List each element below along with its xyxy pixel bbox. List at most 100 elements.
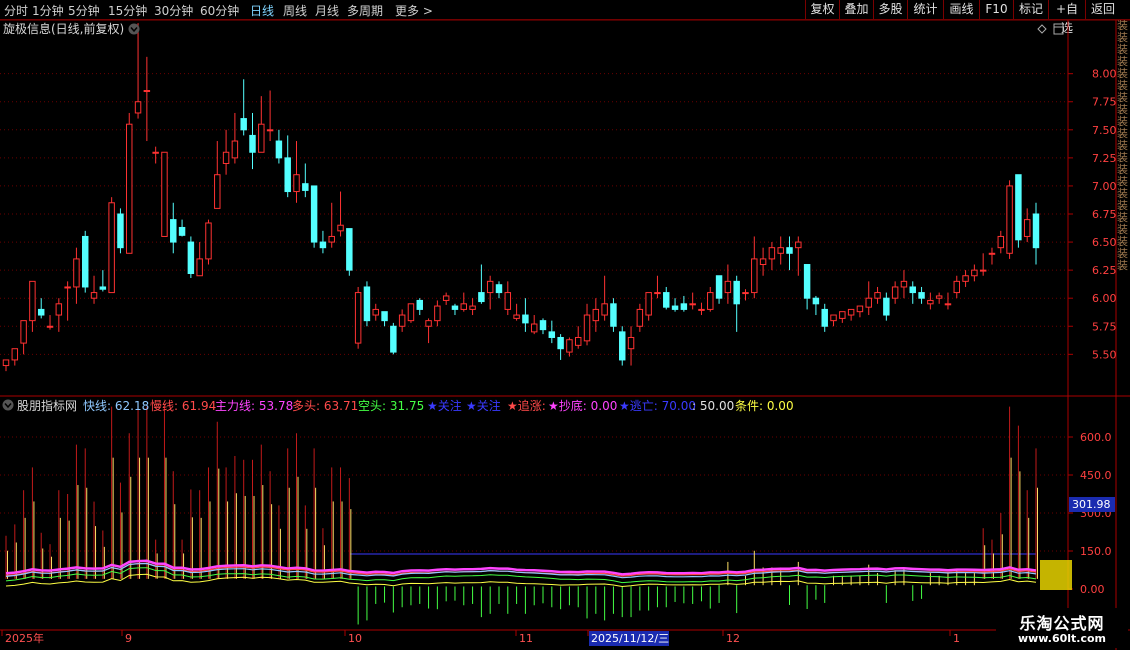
date-label-5: 12 bbox=[726, 632, 740, 645]
candle-body bbox=[539, 320, 547, 331]
candle-body bbox=[143, 90, 151, 93]
candle-body bbox=[434, 305, 441, 322]
indicator-dropdown-icon[interactable] bbox=[2, 399, 14, 411]
candle-body bbox=[847, 308, 855, 316]
date-label-4: 2025/11/12/三 bbox=[591, 632, 669, 645]
right-strip-text: 装装装装装装装装装装装装装装装装装装装装装 bbox=[1117, 20, 1128, 272]
candle-body bbox=[715, 275, 723, 299]
date-label-1: 9 bbox=[125, 632, 132, 645]
candle-body bbox=[108, 202, 115, 294]
candle-body bbox=[812, 297, 820, 305]
candle-body bbox=[786, 247, 793, 254]
candle-body bbox=[416, 299, 423, 310]
watermark-logo: 乐淘公式网 www.60lt.com bbox=[996, 608, 1128, 648]
indicator-tick-label: 600.0 bbox=[1080, 431, 1112, 444]
candle-body bbox=[152, 151, 159, 154]
candle-body bbox=[196, 258, 203, 277]
candle-body bbox=[328, 235, 335, 243]
price-tick-label: 7.25 bbox=[1092, 152, 1117, 165]
candle-body bbox=[451, 305, 459, 310]
candle-body bbox=[759, 258, 767, 266]
title-dropdown-icon[interactable] bbox=[128, 23, 140, 35]
candle-body bbox=[187, 241, 195, 274]
price-tick-label: 5.50 bbox=[1092, 348, 1117, 361]
price-grid bbox=[0, 73, 1068, 355]
date-label-2: 10 bbox=[348, 632, 362, 645]
candle-body bbox=[55, 303, 63, 316]
right-info-strip: 装装装装装装装装装装装装装装装装装装装装装 bbox=[1116, 20, 1130, 395]
signal-marker bbox=[1040, 560, 1072, 590]
indicator-tick-label: 150.0 bbox=[1080, 545, 1112, 558]
candle-body bbox=[29, 280, 36, 322]
candle-body bbox=[944, 303, 952, 306]
candle-body bbox=[671, 305, 679, 310]
candle-body bbox=[865, 297, 872, 308]
candle-body bbox=[266, 129, 274, 132]
candle-body bbox=[803, 264, 811, 299]
candle-body bbox=[839, 311, 846, 319]
candle-body bbox=[979, 269, 987, 272]
candle-body bbox=[504, 292, 512, 310]
candle-body bbox=[724, 280, 732, 294]
indicator-tick-label: 450.0 bbox=[1080, 469, 1112, 482]
candle-body bbox=[240, 118, 247, 131]
candle-body bbox=[856, 305, 864, 313]
candle-body bbox=[478, 292, 485, 303]
legend-item-11: 条件: 0.00 bbox=[735, 399, 794, 413]
candle-body bbox=[20, 320, 27, 344]
candle-body bbox=[909, 286, 916, 294]
candle-body bbox=[214, 174, 221, 209]
candle-body bbox=[530, 323, 538, 333]
candle-body bbox=[548, 331, 556, 338]
candle-body bbox=[293, 174, 300, 193]
candle-body bbox=[988, 252, 996, 255]
legend-item-7: ★追涨: bbox=[507, 398, 546, 413]
legend-item-6: ★关注 bbox=[466, 398, 501, 413]
candle-body bbox=[310, 185, 318, 243]
candle-body bbox=[927, 299, 934, 305]
candle-body bbox=[390, 325, 397, 353]
candle-body bbox=[398, 314, 406, 327]
candle-body bbox=[891, 286, 899, 299]
candle-body bbox=[372, 308, 379, 316]
candle-body bbox=[425, 320, 432, 327]
legend-item-1: 慢线: 61.94 bbox=[150, 399, 216, 413]
chart-canvas: 8.00 7.75 7.50 7.25 7.00 6.75 6.50 6.25 6.00 5.75… bbox=[0, 19, 1130, 650]
candle-body bbox=[231, 140, 239, 159]
candle-body bbox=[971, 269, 978, 277]
candle-body bbox=[337, 224, 344, 232]
candle-body bbox=[645, 292, 652, 316]
candle-body bbox=[178, 226, 186, 236]
indicator-legend: 快线: 62.18 慢线: 61.94主力线: 53.78多头: 63.71 空头:… bbox=[83, 398, 794, 413]
candle-body bbox=[636, 308, 644, 327]
stock-title: 旋极信息(日线,前复权) bbox=[3, 21, 124, 36]
candle-body bbox=[935, 295, 943, 299]
candle-body bbox=[381, 311, 388, 322]
indicator-lines bbox=[5, 559, 1037, 588]
date-axis-labels: 2025年 9 10 11 2025/11/12/三 12 1 bbox=[1, 630, 960, 646]
window-square-icon[interactable] bbox=[1053, 23, 1064, 35]
candle-body bbox=[346, 228, 353, 271]
candle-body bbox=[610, 303, 617, 327]
diamond-icon[interactable] bbox=[1037, 24, 1047, 34]
candle-body bbox=[134, 101, 142, 114]
price-tick-label: 8.00 bbox=[1092, 68, 1117, 81]
candle-body bbox=[733, 280, 740, 305]
candle-body bbox=[707, 292, 714, 310]
price-tick-label: 6.75 bbox=[1092, 208, 1117, 221]
candle-body bbox=[627, 336, 635, 350]
candle-body bbox=[962, 275, 969, 282]
current-value: 301.98 bbox=[1072, 498, 1111, 511]
candle-body bbox=[363, 286, 371, 322]
candle-body bbox=[354, 292, 362, 344]
candle-body bbox=[258, 123, 265, 153]
candle-body bbox=[161, 151, 168, 237]
candle-body bbox=[883, 297, 890, 316]
candle-body bbox=[1023, 219, 1031, 237]
candle-body bbox=[742, 292, 749, 295]
legend-item-9: ★逃亡: 70.00 bbox=[619, 399, 696, 413]
price-tick-label: 5.75 bbox=[1092, 320, 1117, 333]
legend-item-2: 主力线: 53.78 bbox=[215, 399, 293, 413]
candle-body bbox=[821, 308, 828, 327]
candle-body bbox=[284, 157, 291, 193]
